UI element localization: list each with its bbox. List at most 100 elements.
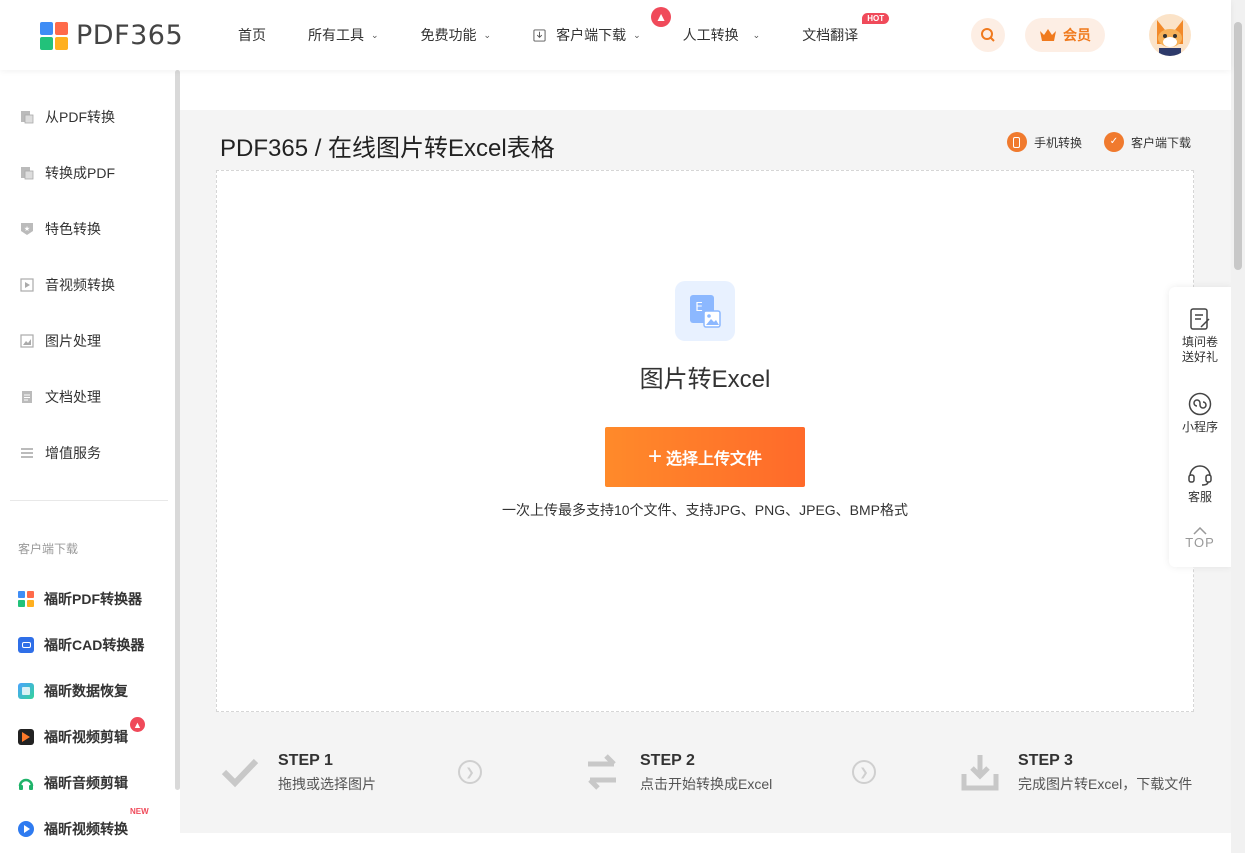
sidebar-item-av[interactable]: 音视频转换 [20,275,115,295]
app-label: 福昕CAD转换器 [44,637,145,653]
fox-avatar-icon [1157,20,1183,56]
nav-free-features[interactable]: 免费功能 ⌄ [421,25,492,45]
cad-converter-icon [18,637,34,653]
sidebar-section-title: 客户端下载 [18,542,79,556]
hot-badge: HOT [862,13,890,24]
sidebar-item-from-pdf[interactable]: 从PDF转换 [20,107,115,127]
app-label: 福昕视频转换 [44,821,128,837]
logo-text: PDF365 [76,20,184,51]
to-pdf-icon [21,167,34,180]
select-upload-button[interactable]: + 选择上传文件 [605,427,805,487]
top-header: PDF365 首页 所有工具 ⌄ 免费功能 ⌄ 客户端下载 ⌄ ▲ 人工转换 ⌄… [0,0,1231,70]
sidebar-item-image[interactable]: 图片处理 [20,331,101,351]
svg-text:E: E [695,300,703,314]
audio-editor-icon [18,775,34,791]
search-button[interactable] [971,18,1005,52]
chevron-down-icon: ⌄ [483,29,492,40]
pdf-converter-icon [18,591,34,607]
chevron-down-icon: ⌄ [633,29,641,40]
app-label: 福昕视频剪辑 [44,729,128,745]
main-content: PDF365 / 在线图片转Excel表格 手机转换 ✓ 客户端下载 E 图片转… [180,110,1231,833]
mini-program-icon [1188,392,1212,416]
customer-service-button[interactable]: 客服 [1169,462,1231,505]
nav-all-tools[interactable]: 所有工具 ⌄ [308,25,379,45]
sidebar-item-to-pdf[interactable]: 转换成PDF [20,163,115,183]
svg-text:★: ★ [24,225,30,233]
tool-name: 图片转Excel [639,366,771,393]
survey-label-2: 送好礼 [1181,350,1218,364]
image-icon [20,334,34,348]
step-desc: 拖拽或选择图片 [278,776,376,792]
document-icon [22,391,32,403]
plus-icon: + [647,443,662,470]
video-editor-icon [18,729,34,745]
back-to-top-button[interactable]: TOP [1169,527,1231,550]
site-logo[interactable]: PDF365 [40,20,183,51]
data-recovery-icon [18,683,34,699]
fire-icon: ▲ [130,717,145,732]
sidebar-item-featured[interactable]: ★ 特色转换 [20,219,101,239]
vip-button[interactable]: 会员 [1025,18,1105,52]
avatar[interactable] [1149,14,1191,56]
headset-icon [1188,465,1212,486]
fire-icon: ▲ [651,7,672,27]
list-icon [21,448,33,458]
app-video-converter[interactable]: 福昕视频转换 NEW [18,807,149,839]
chevron-down-icon: ⌄ [371,29,379,40]
chevron-right-icon: ❯ [458,760,482,784]
sidebar-item-value-added[interactable]: 增值服务 [20,443,101,463]
client-download-link[interactable]: ✓ 客户端下载 [1103,132,1191,152]
nav-doc-translate-label: 文档翻译 [802,27,859,43]
sidebar-divider [10,500,168,501]
scrollbar-thumb[interactable] [1234,22,1242,270]
crown-icon [1040,29,1056,41]
mobile-convert-link[interactable]: 手机转换 [1006,132,1082,152]
app-cad-converter[interactable]: 福昕CAD转换器 [18,635,144,655]
sidebar-item-label: 从PDF转换 [45,109,115,125]
download-tray-icon [961,755,999,791]
nav-doc-translate[interactable]: 文档翻译 HOT [802,13,890,45]
new-badge: NEW [130,807,149,816]
app-label: 福昕数据恢复 [44,683,128,699]
survey-label-1: 填问卷 [1181,335,1218,349]
step-1: STEP 1 拖拽或选择图片 [220,752,376,794]
nav-manual-convert-label: 人工转换 [682,27,739,43]
sidebar-item-label: 文档处理 [45,389,101,405]
app-audio-editor[interactable]: 福昕音频剪辑 [18,773,128,793]
sidebar-item-document[interactable]: 文档处理 [20,387,101,407]
star-shield-icon: ★ [21,223,33,235]
back-to-top-label: TOP [1185,535,1215,550]
upload-dropzone[interactable]: E 图片转Excel + 选择上传文件 一次上传最多支持10个文件、支持JPG、… [216,170,1194,712]
sidebar-item-label: 音视频转换 [45,277,115,293]
app-data-recovery[interactable]: 福昕数据恢复 [18,681,128,701]
nav-client-download-label: 客户端下载 [556,27,627,43]
mini-program-button[interactable]: 小程序 [1169,392,1231,435]
search-icon [981,28,995,42]
app-pdf-converter[interactable]: 福昕PDF转换器 [18,589,142,609]
page-scrollbar[interactable] [1231,0,1245,853]
sidebar-item-label: 图片处理 [45,333,101,349]
nav-free-features-label: 免费功能 [420,27,477,43]
client-download-icon: ✓ [1103,132,1124,152]
mobile-icon [1006,132,1027,152]
app-label: 福昕音频剪辑 [44,775,128,791]
chevron-up-icon [1193,527,1207,535]
nav-client-download[interactable]: 客户端下载 ⌄ ▲ [533,7,672,45]
app-video-editor[interactable]: 福昕视频剪辑 ▲ [18,717,145,747]
sidebar-item-label: 特色转换 [45,221,101,237]
nav-home-label: 首页 [238,27,266,43]
logo-mark-icon [40,21,68,50]
survey-gift-button[interactable]: 填问卷 送好礼 [1169,307,1231,365]
step-title: STEP 3 [1018,752,1073,769]
vip-label: 会员 [1063,27,1091,43]
step-2: STEP 2 点击开始转换成Excel [582,752,772,794]
nav-manual-convert[interactable]: 人工转换 ⌄ [683,25,761,45]
step-desc: 完成图片转Excel，下载文件 [1018,776,1193,792]
convert-arrows-icon [588,754,616,790]
client-download-label: 客户端下载 [1130,135,1191,150]
customer-service-label: 客服 [1187,490,1212,504]
nav-all-tools-label: 所有工具 [308,27,364,43]
pdf-file-icon [21,111,34,124]
nav-home[interactable]: 首页 [238,25,266,45]
main-nav: 首页 所有工具 ⌄ 免费功能 ⌄ 客户端下载 ⌄ ▲ 人工转换 ⌄ 文档翻译 H… [238,0,900,70]
